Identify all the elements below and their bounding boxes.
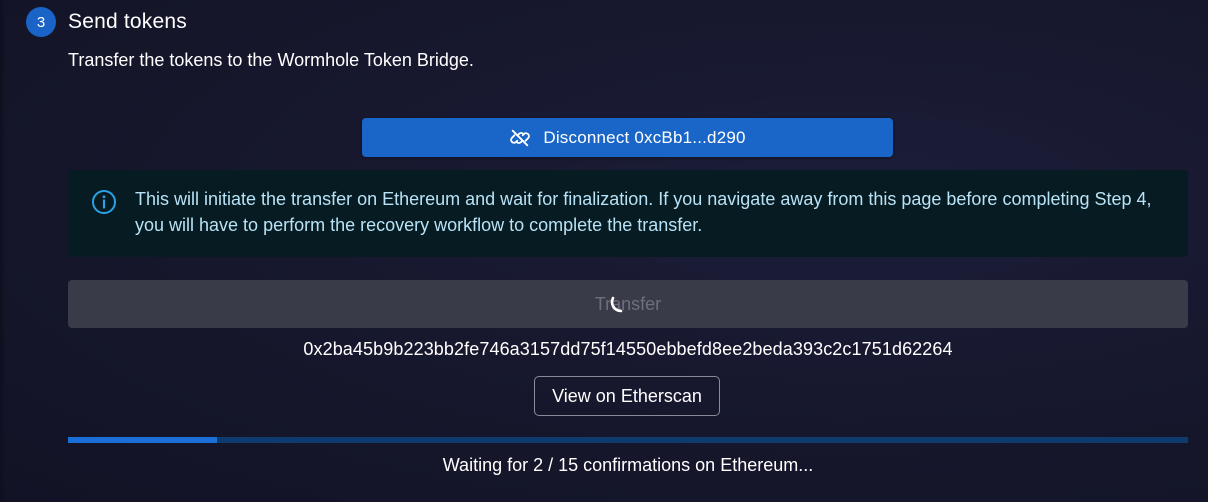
info-alert-text: This will initiate the transfer on Ether… <box>135 189 1152 235</box>
step-header: 3 Send tokens <box>26 7 187 37</box>
step-description: Transfer the tokens to the Wormhole Toke… <box>68 50 474 70</box>
transaction-hash: 0x2ba45b9b223bb2fe746a3157dd75f14550ebbe… <box>303 339 953 359</box>
loading-spinner-icon <box>610 296 623 313</box>
step-panel: 3 Send tokens Transfer the tokens to the… <box>0 0 1208 502</box>
disconnect-wallet-label: Disconnect 0xcBb1...d290 <box>543 127 746 147</box>
confirmation-progress-bar <box>68 437 1188 443</box>
info-alert: This will initiate the transfer on Ether… <box>68 170 1188 257</box>
step-number-badge: 3 <box>26 7 56 37</box>
info-icon <box>91 189 117 215</box>
disconnect-wallet-button[interactable]: Disconnect 0xcBb1...d290 <box>362 118 893 157</box>
view-on-etherscan-button[interactable]: View on Etherscan <box>534 376 720 416</box>
panel-edge <box>0 0 6 502</box>
view-on-etherscan-label: View on Etherscan <box>552 385 702 406</box>
step-title: Send tokens <box>68 10 187 33</box>
confirmation-progress-fill <box>68 437 218 443</box>
link-off-icon <box>509 127 531 149</box>
confirmation-status-text: Waiting for 2 / 15 confirmations on Ethe… <box>442 455 814 475</box>
